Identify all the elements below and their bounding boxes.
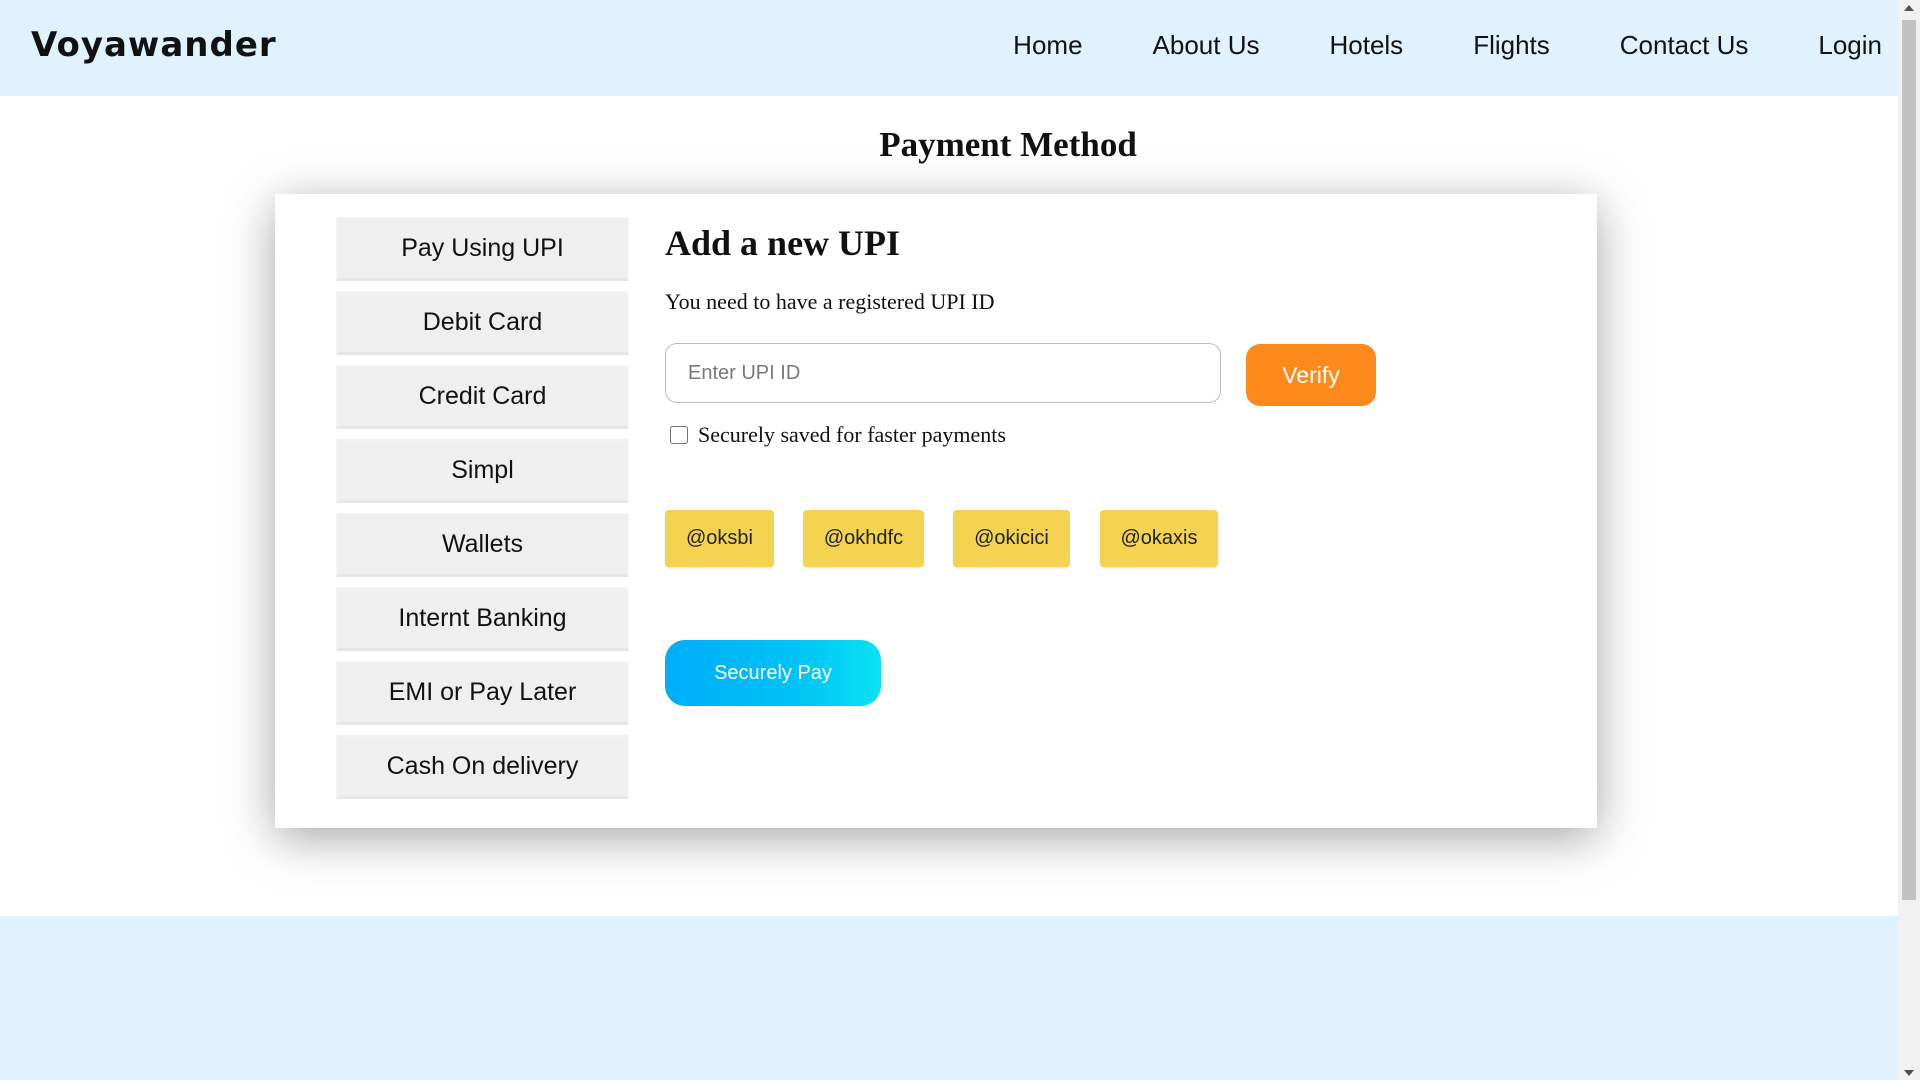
method-item-debit-card[interactable]: Debit Card — [336, 291, 629, 355]
suffix-okicici-button[interactable]: @okicici — [953, 510, 1070, 567]
method-item-internet-banking[interactable]: Internt Banking — [336, 587, 629, 651]
payment-method-sidebar: Pay Using UPI Debit Card Credit Card Sim… — [336, 217, 633, 809]
upi-panel: Add a new UPI You need to have a registe… — [665, 222, 1525, 706]
scroll-thumb[interactable] — [1902, 20, 1916, 900]
save-upi-checkbox[interactable] — [670, 426, 688, 444]
page-title: Payment Method — [879, 125, 1137, 164]
scroll-down-icon[interactable] — [1904, 1070, 1914, 1076]
method-item-upi[interactable]: Pay Using UPI — [336, 217, 629, 281]
upi-panel-title: Add a new UPI — [665, 223, 901, 263]
brand-logo[interactable]: Voyawander — [31, 25, 277, 65]
upi-id-input[interactable] — [665, 343, 1221, 403]
suffix-oksbi-button[interactable]: @oksbi — [665, 510, 774, 567]
page: Voyawander Home About Us Hotels Flights … — [0, 0, 1920, 1080]
nav-home-link[interactable]: Home — [1013, 30, 1082, 61]
suffix-okhdfc-button[interactable]: @okhdfc — [803, 510, 924, 567]
nav-hotels-link[interactable]: Hotels — [1329, 30, 1403, 61]
securely-pay-button[interactable]: Securely Pay — [665, 640, 881, 706]
nav-about-link[interactable]: About Us — [1153, 30, 1260, 61]
navbar: Voyawander Home About Us Hotels Flights … — [0, 0, 1898, 96]
method-item-credit-card[interactable]: Credit Card — [336, 365, 629, 429]
footer — [0, 916, 1898, 1080]
nav-contact-link[interactable]: Contact Us — [1620, 30, 1749, 61]
scroll-up-icon[interactable] — [1904, 5, 1914, 11]
method-item-simpl[interactable]: Simpl — [336, 439, 629, 503]
verify-button[interactable]: Verify — [1246, 344, 1376, 406]
save-upi-row: Securely saved for faster payments — [670, 422, 1006, 448]
upi-panel-subtitle: You need to have a registered UPI ID — [665, 289, 995, 314]
vertical-scrollbar[interactable] — [1898, 0, 1920, 1080]
save-upi-label: Securely saved for faster payments — [698, 422, 1006, 447]
method-item-emi[interactable]: EMI or Pay Later — [336, 661, 629, 725]
payment-card: Pay Using UPI Debit Card Credit Card Sim… — [275, 194, 1597, 828]
suffix-okaxis-button[interactable]: @okaxis — [1100, 510, 1218, 567]
method-item-cod[interactable]: Cash On delivery — [336, 735, 629, 799]
method-item-wallets[interactable]: Wallets — [336, 513, 629, 577]
nav-flights-link[interactable]: Flights — [1473, 30, 1550, 61]
nav-links: Home About Us Hotels Flights Contact Us … — [1013, 30, 1882, 61]
nav-login-link[interactable]: Login — [1818, 30, 1882, 61]
